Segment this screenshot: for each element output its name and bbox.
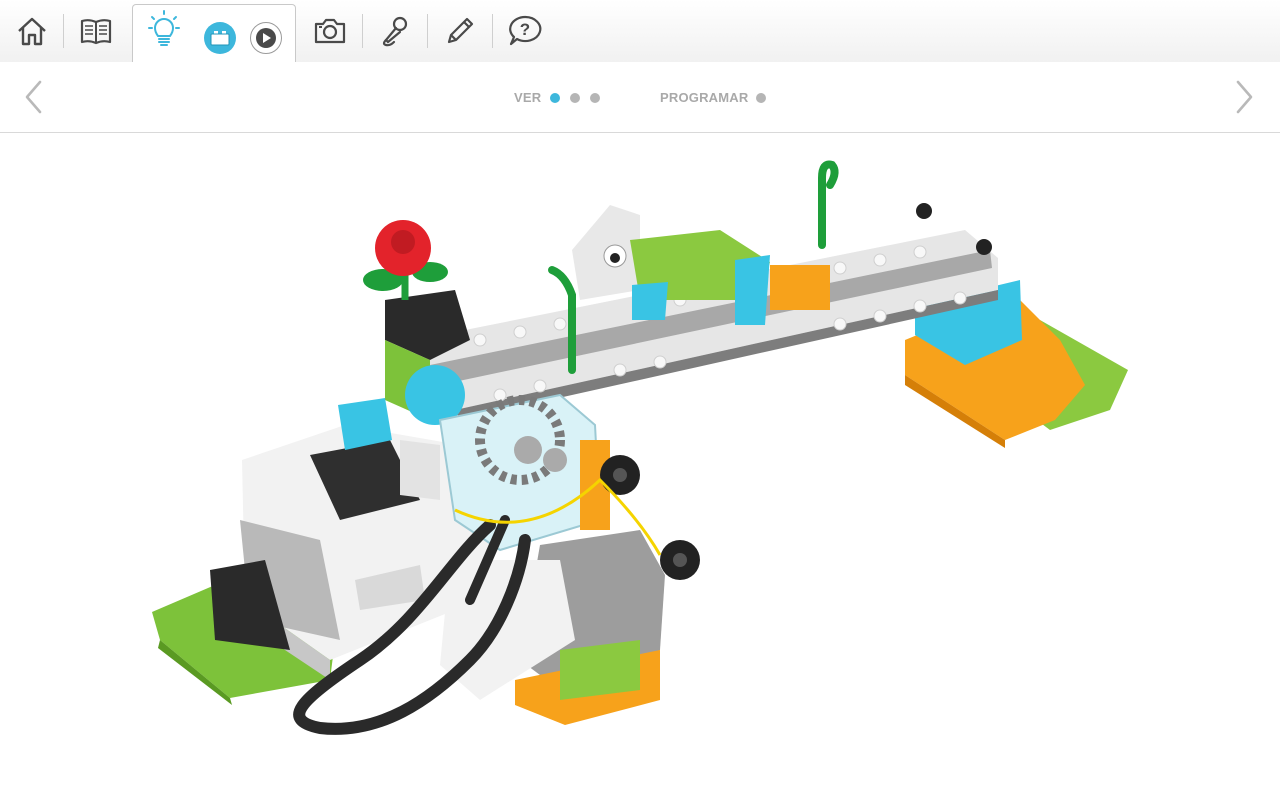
microphone-button[interactable] [363, 0, 427, 62]
idea-tab-button[interactable] [133, 4, 195, 54]
brick-icon [210, 31, 230, 46]
help-glyph: ? [520, 20, 530, 39]
chevron-right-icon [1236, 80, 1253, 114]
camera-icon [314, 18, 346, 44]
video-sub-button[interactable] [250, 22, 282, 54]
next-step-button[interactable] [1222, 74, 1266, 120]
step-label-ver: VER [514, 90, 542, 105]
home-icon [18, 17, 46, 46]
step-dot-ver-1[interactable] [550, 93, 560, 103]
microphone-icon [382, 16, 408, 47]
lightbulb-icon [148, 10, 180, 46]
step-label-programar: PROGRAMAR [660, 90, 749, 105]
model-stage [0, 133, 1280, 800]
top-toolbar: ? [0, 0, 1280, 63]
play-icon [256, 28, 276, 48]
book-icon [80, 19, 112, 45]
pencil-button[interactable] [428, 0, 492, 62]
book-button[interactable] [64, 0, 128, 62]
home-button[interactable] [0, 0, 64, 62]
step-dot-ver-2[interactable] [570, 93, 580, 103]
camera-button[interactable] [298, 0, 362, 62]
step-dot-ver-3[interactable] [590, 93, 600, 103]
step-dot-programar-1[interactable] [756, 93, 766, 103]
build-sub-button[interactable] [204, 22, 236, 54]
help-button[interactable]: ? [493, 0, 557, 62]
help-bubble-icon: ? [509, 15, 542, 46]
previous-step-button[interactable] [12, 74, 56, 120]
lego-model-illustration [152, 160, 1128, 735]
step-navigation-bar: VER PROGRAMAR [0, 62, 1280, 133]
chevron-left-icon [25, 80, 42, 114]
pencil-icon [447, 17, 474, 44]
